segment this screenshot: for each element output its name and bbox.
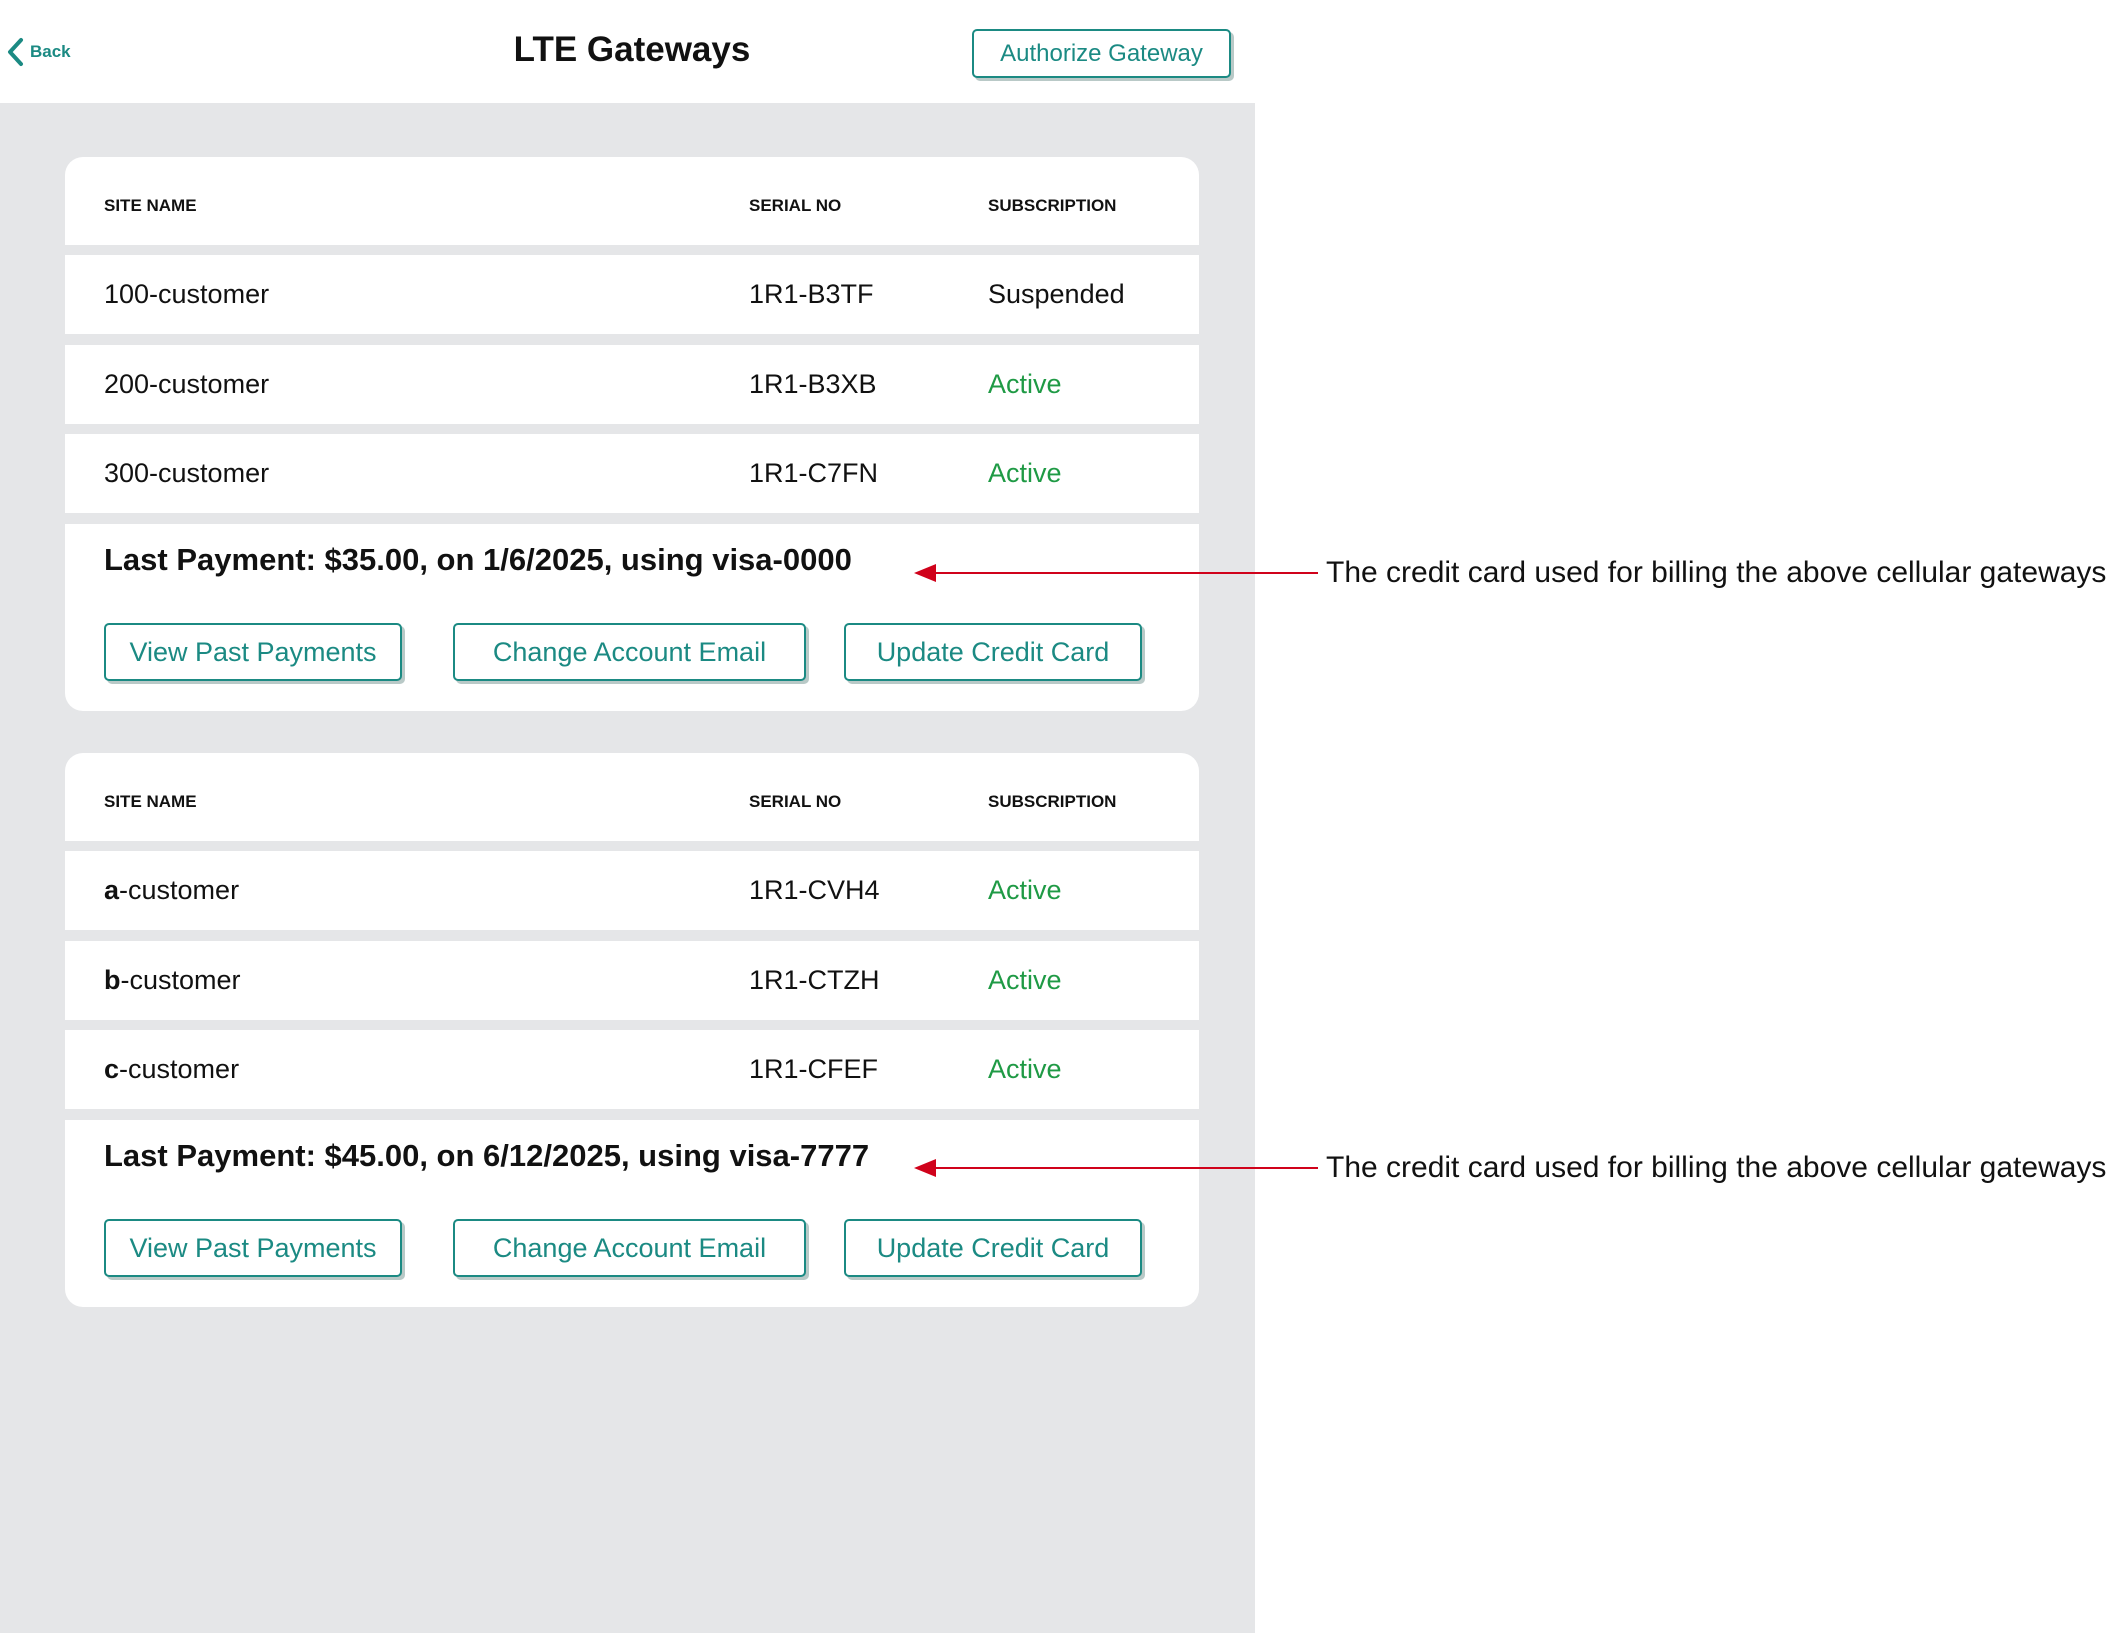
- subscription-status: Active: [988, 369, 1062, 399]
- column-header-serial: SERIAL NO: [749, 792, 842, 811]
- authorize-gateway-button[interactable]: Authorize Gateway: [972, 29, 1231, 78]
- table-row[interactable]: a -customer 1R1-CVH4 Active: [65, 851, 1199, 930]
- annotation-text: The credit card used for billing the abo…: [1326, 1151, 2108, 1184]
- site-suffix: -customer: [119, 875, 240, 905]
- site-prefix: b: [104, 965, 121, 995]
- gateway-group-2: SITE NAME SERIAL NO SUBSCRIPTION a -custo…: [65, 753, 1199, 1307]
- app-screen: Back LTE Gateways Authorize Gateway SITE…: [0, 0, 1255, 1633]
- serial-number: 1R1-B3XB: [749, 369, 877, 399]
- table-row[interactable]: 200-customer 1R1-B3XB Active: [65, 345, 1199, 424]
- site-name: a -customer: [104, 851, 239, 930]
- serial-number: 1R1-CTZH: [749, 965, 880, 995]
- site-suffix: -customer: [119, 1054, 240, 1084]
- billing-annotation: The credit card used for billing the abo…: [912, 1148, 2108, 1188]
- site-name: b -customer: [104, 941, 241, 1020]
- site-suffix: 100-customer: [104, 279, 270, 309]
- site-name: c -customer: [104, 1030, 239, 1109]
- column-header-serial: SERIAL NO: [749, 196, 842, 215]
- billing-annotation: The credit card used for billing the abo…: [912, 553, 2108, 593]
- column-header-site: SITE NAME: [104, 792, 197, 811]
- annotation-text: The credit card used for billing the abo…: [1326, 556, 2108, 589]
- table-row[interactable]: c -customer 1R1-CFEF Active: [65, 1030, 1199, 1109]
- site-suffix: -customer: [120, 965, 241, 995]
- subscription-status: Active: [988, 965, 1062, 995]
- last-payment-text: Last Payment: $45.00, on 6/12/2025, usin…: [104, 1138, 870, 1173]
- column-header-site: SITE NAME: [104, 196, 197, 215]
- arrow-left-icon: [914, 1159, 1318, 1177]
- view-past-payments-button[interactable]: View Past Payments: [104, 623, 402, 681]
- subscription-status: Active: [988, 458, 1062, 488]
- site-prefix: a: [104, 875, 120, 905]
- table-header: SITE NAME SERIAL NO SUBSCRIPTION: [65, 753, 1199, 841]
- serial-number: 1R1-C7FN: [749, 458, 879, 488]
- subscription-status: Active: [988, 875, 1062, 905]
- serial-number: 1R1-CVH4: [749, 875, 880, 905]
- site-name: 200-customer: [104, 345, 269, 424]
- arrow-left-icon: [914, 564, 1318, 582]
- subscription-status: Suspended: [988, 279, 1125, 309]
- site-prefix: c: [104, 1054, 120, 1084]
- table-header: SITE NAME SERIAL NO SUBSCRIPTION: [65, 157, 1199, 245]
- site-name: 100-customer: [104, 255, 269, 334]
- site-suffix: 300-customer: [104, 458, 270, 488]
- change-account-email-button[interactable]: Change Account Email: [453, 1219, 806, 1277]
- table-row[interactable]: 100-customer 1R1-B3TF Suspended: [65, 255, 1199, 334]
- last-payment-text: Last Payment: $35.00, on 1/6/2025, using…: [104, 542, 852, 577]
- serial-number: 1R1-B3TF: [749, 279, 874, 309]
- table-row[interactable]: 300-customer 1R1-C7FN Active: [65, 434, 1199, 513]
- serial-number: 1R1-CFEF: [749, 1054, 879, 1084]
- view-past-payments-button[interactable]: View Past Payments: [104, 1219, 402, 1277]
- site-name: 300-customer: [104, 434, 269, 513]
- change-account-email-button[interactable]: Change Account Email: [453, 623, 806, 681]
- update-credit-card-button[interactable]: Update Credit Card: [844, 623, 1142, 681]
- update-credit-card-button[interactable]: Update Credit Card: [844, 1219, 1142, 1277]
- top-bar: Back LTE Gateways Authorize Gateway: [0, 0, 1255, 103]
- subscription-status: Active: [988, 1054, 1062, 1084]
- column-header-subscription: SUBSCRIPTION: [988, 792, 1117, 811]
- gateway-group-1: SITE NAME SERIAL NO SUBSCRIPTION 100-cus…: [65, 157, 1199, 711]
- column-header-subscription: SUBSCRIPTION: [988, 196, 1117, 215]
- site-suffix: 200-customer: [104, 369, 270, 399]
- table-row[interactable]: b -customer 1R1-CTZH Active: [65, 941, 1199, 1020]
